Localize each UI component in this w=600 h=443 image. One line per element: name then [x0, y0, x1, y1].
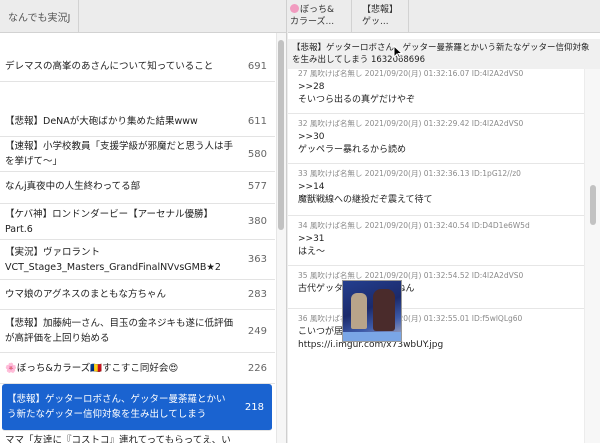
post-divider [288, 163, 584, 164]
thread-title: 【速報】小学校教員「支援学級が邪魔だと思う人は手を挙げて〜」 [5, 141, 234, 167]
thread-post-count: 363 [247, 254, 267, 265]
thread-post-count: 283 [247, 289, 267, 300]
board-tab[interactable]: なんでも実況J [0, 0, 80, 32]
thread-row[interactable]: 【実況】ヴァロラント VCT_Stage3_Masters_GrandFinal… [0, 240, 275, 280]
flower-icon [290, 4, 299, 13]
post-divider [288, 215, 584, 216]
thread-row[interactable]: ママ「友達に『コストコ』連れてってもらってえ、いっぱい買ってきた！w」ニートワイ… [0, 431, 275, 443]
thread-post-count: 611 [247, 115, 267, 127]
thread-title: 【ケバ神】ロンドンダービー【アーセナル優勝】Part.6 [5, 208, 214, 235]
thread-post-count: 226 [247, 362, 267, 374]
post-body: >>30 ゲッペラー暴れるから読め [298, 131, 583, 157]
image-figure [373, 289, 395, 331]
thread-row[interactable]: 【速報】小学校教員「支援学級が邪魔だと思う人は手を挙げて〜」 580 [0, 137, 275, 172]
post-text: そいつら出るの真ゲだけやぞ [298, 95, 416, 105]
post-text: はえ〜 [298, 247, 326, 257]
thread-list-scroll-thumb[interactable] [278, 40, 284, 230]
thread-title: 【悲報】ゲッターロボさん、ゲッター曼荼羅とかいう新たなゲッター信仰対象を生み出し… [7, 394, 226, 420]
thread-post-count: 218 [244, 401, 264, 413]
thread-row[interactable]: なんj真夜中の人生終わってる部 577 [0, 169, 275, 204]
post-body: >>31 はえ〜 [298, 233, 583, 259]
post: 32 風吹けば名無し 2021/09/20(月) 01:32:29.42 ID:… [298, 119, 583, 157]
reply-anchor-link[interactable]: >>28 [298, 81, 583, 94]
post-header: 36 風吹けば名無し 2021/09/20(月) 01:32:55.01 ID:… [298, 314, 523, 323]
thread-post-count: 691 [247, 60, 267, 72]
post-body: こいつが居らんやん https://i.imgur.com/x73wbUY.jpg [298, 326, 583, 352]
image-figure [351, 293, 367, 329]
image-caption-strip [343, 332, 401, 341]
post-header: 27 風吹けば名無し 2021/09/20(月) 01:32:16.07 ID:… [298, 69, 524, 78]
thread-title: 【悲報】DeNAが大砲ばかり集めた結果www [5, 115, 198, 127]
post-body: >>28 そいつら出るの真ゲだけやぞ [298, 81, 583, 107]
post-divider [288, 308, 584, 309]
tab-bocchi-colors[interactable]: ぼっち& カラーズ... [288, 0, 352, 33]
thread-row[interactable]: 【ケバ神】ロンドンダービー【アーセナル優勝】Part.6 380 [0, 204, 275, 240]
thread-title: ママ「友達に『コストコ』連れてってもらってえ、いっぱい買ってきた！w」ニートワイ… [5, 434, 231, 443]
thread-post-count: 249 [247, 325, 267, 337]
tab-label: カラーズ... [290, 17, 335, 27]
thread-title: 🌸ぼっち&カラーズ🇷🇴すこすこ同好会😍 [5, 362, 179, 374]
image-url-link[interactable]: https://i.imgur.com/x73wbUY.jpg [298, 339, 583, 352]
thread-post-count: 380 [247, 216, 267, 227]
post-header: 34 風吹けば名無し 2021/09/20(月) 01:32:40.54 ID:… [298, 221, 530, 230]
post-body: 古代ゲッターってなんやねん [298, 283, 583, 296]
post-text: 魔獣戦線への継投だぞ震えて待て [298, 195, 433, 205]
post: 36 風吹けば名無し 2021/09/20(月) 01:32:55.01 ID:… [298, 314, 583, 352]
thread-row[interactable]: デレマスの高峯のあさんについて知っていること 691 [0, 51, 275, 82]
thread-post-count: 577 [247, 180, 267, 192]
thread-title: ウマ娘のアグネスのまともな方ちゃん [5, 289, 167, 300]
thread-list-pane: なんでも実況J デレマスの高峯のあさんについて知っていること 691 【悲報】DeN… [0, 0, 287, 443]
thread-view-pane: ぼっち& カラーズ... 【悲報】 ゲッ... 【悲報】ゲッターロボさん、ゲッタ… [288, 0, 600, 443]
tab-label: ゲッ... [362, 17, 389, 27]
mouse-pointer-icon [393, 45, 403, 59]
reply-anchor-link[interactable]: >>30 [298, 131, 583, 144]
post-list: 27 風吹けば名無し 2021/09/20(月) 01:32:16.07 ID:… [288, 69, 584, 443]
thread-title: 【悲報】ゲッターロボさん、ゲッター曼荼羅とかいう新たなゲッター信仰対象を生み出し… [288, 39, 600, 69]
thread-row[interactable]: 🌸ぼっち&カラーズ🇷🇴すこすこ同好会😍 226 [0, 353, 275, 384]
board-tab-bar: なんでも実況J [0, 0, 286, 33]
post-text: ゲッペラー暴れるから読め [298, 145, 407, 155]
post-divider [288, 265, 584, 266]
thread-row[interactable]: 【悲報】加藤純一さん、目玉の金ネジキも遂に低評価が高評価を上回り始める 249 [0, 310, 275, 353]
tab-getter-robo[interactable]: 【悲報】 ゲッ... [354, 0, 409, 33]
post: 34 風吹けば名無し 2021/09/20(月) 01:32:40.54 ID:… [298, 221, 583, 259]
reply-anchor-link[interactable]: >>14 [298, 181, 583, 194]
post-header: 35 風吹けば名無し 2021/09/20(月) 01:32:54.52 ID:… [298, 271, 524, 280]
thread-title: 【実況】ヴァロラント VCT_Stage3_Masters_GrandFinal… [5, 246, 221, 273]
reply-anchor-link[interactable]: >>31 [298, 233, 583, 246]
thread-list: デレマスの高峯のあさんについて知っていること 691 【悲報】DeNAが大砲ばかり集… [0, 33, 275, 443]
tab-label: ぼっち& [300, 5, 335, 15]
post: 33 風吹けば名無し 2021/09/20(月) 01:32:36.13 ID:… [298, 169, 583, 207]
post-body: >>14 魔獣戦線への継投だぞ震えて待て [298, 181, 583, 207]
post: 27 風吹けば名無し 2021/09/20(月) 01:32:16.07 ID:… [298, 69, 583, 107]
thread-title: なんj真夜中の人生終わってる部 [5, 180, 141, 192]
thread-title: デレマスの高峯のあさんについて知っていること [5, 60, 214, 72]
tab-label: 【悲報】 [362, 5, 399, 15]
thread-row[interactable]: ウマ娘のアグネスのまともな方ちゃん 283 [0, 280, 275, 310]
post-list-scrollbar[interactable] [584, 69, 600, 443]
post-header: 32 風吹けば名無し 2021/09/20(月) 01:32:29.42 ID:… [298, 119, 524, 128]
post-image-thumbnail[interactable] [342, 280, 402, 342]
thread-title: 【悲報】加藤純一さん、目玉の金ネジキも遂に低評価が高評価を上回り始める [5, 318, 234, 344]
thread-tab-bar: ぼっち& カラーズ... 【悲報】 ゲッ... [288, 0, 600, 33]
thread-post-count: 580 [247, 148, 267, 160]
post-header: 33 風吹けば名無し 2021/09/20(月) 01:32:36.13 ID:… [298, 169, 521, 178]
post-text: こいつが居らんやん [298, 327, 380, 337]
thread-row[interactable]: 【悲報】ゲッターロボさん、ゲッター曼荼羅とかいう新たなゲッター信仰対象を生み出し… [2, 384, 272, 431]
thread-row[interactable]: 【悲報】DeNAが大砲ばかり集めた結果www 611 [0, 106, 275, 137]
post-divider [288, 113, 584, 114]
post: 35 風吹けば名無し 2021/09/20(月) 01:32:54.52 ID:… [298, 271, 583, 296]
post-text: 古代ゲッターってなんやねん [298, 283, 583, 296]
post-list-scroll-thumb[interactable] [590, 185, 596, 225]
